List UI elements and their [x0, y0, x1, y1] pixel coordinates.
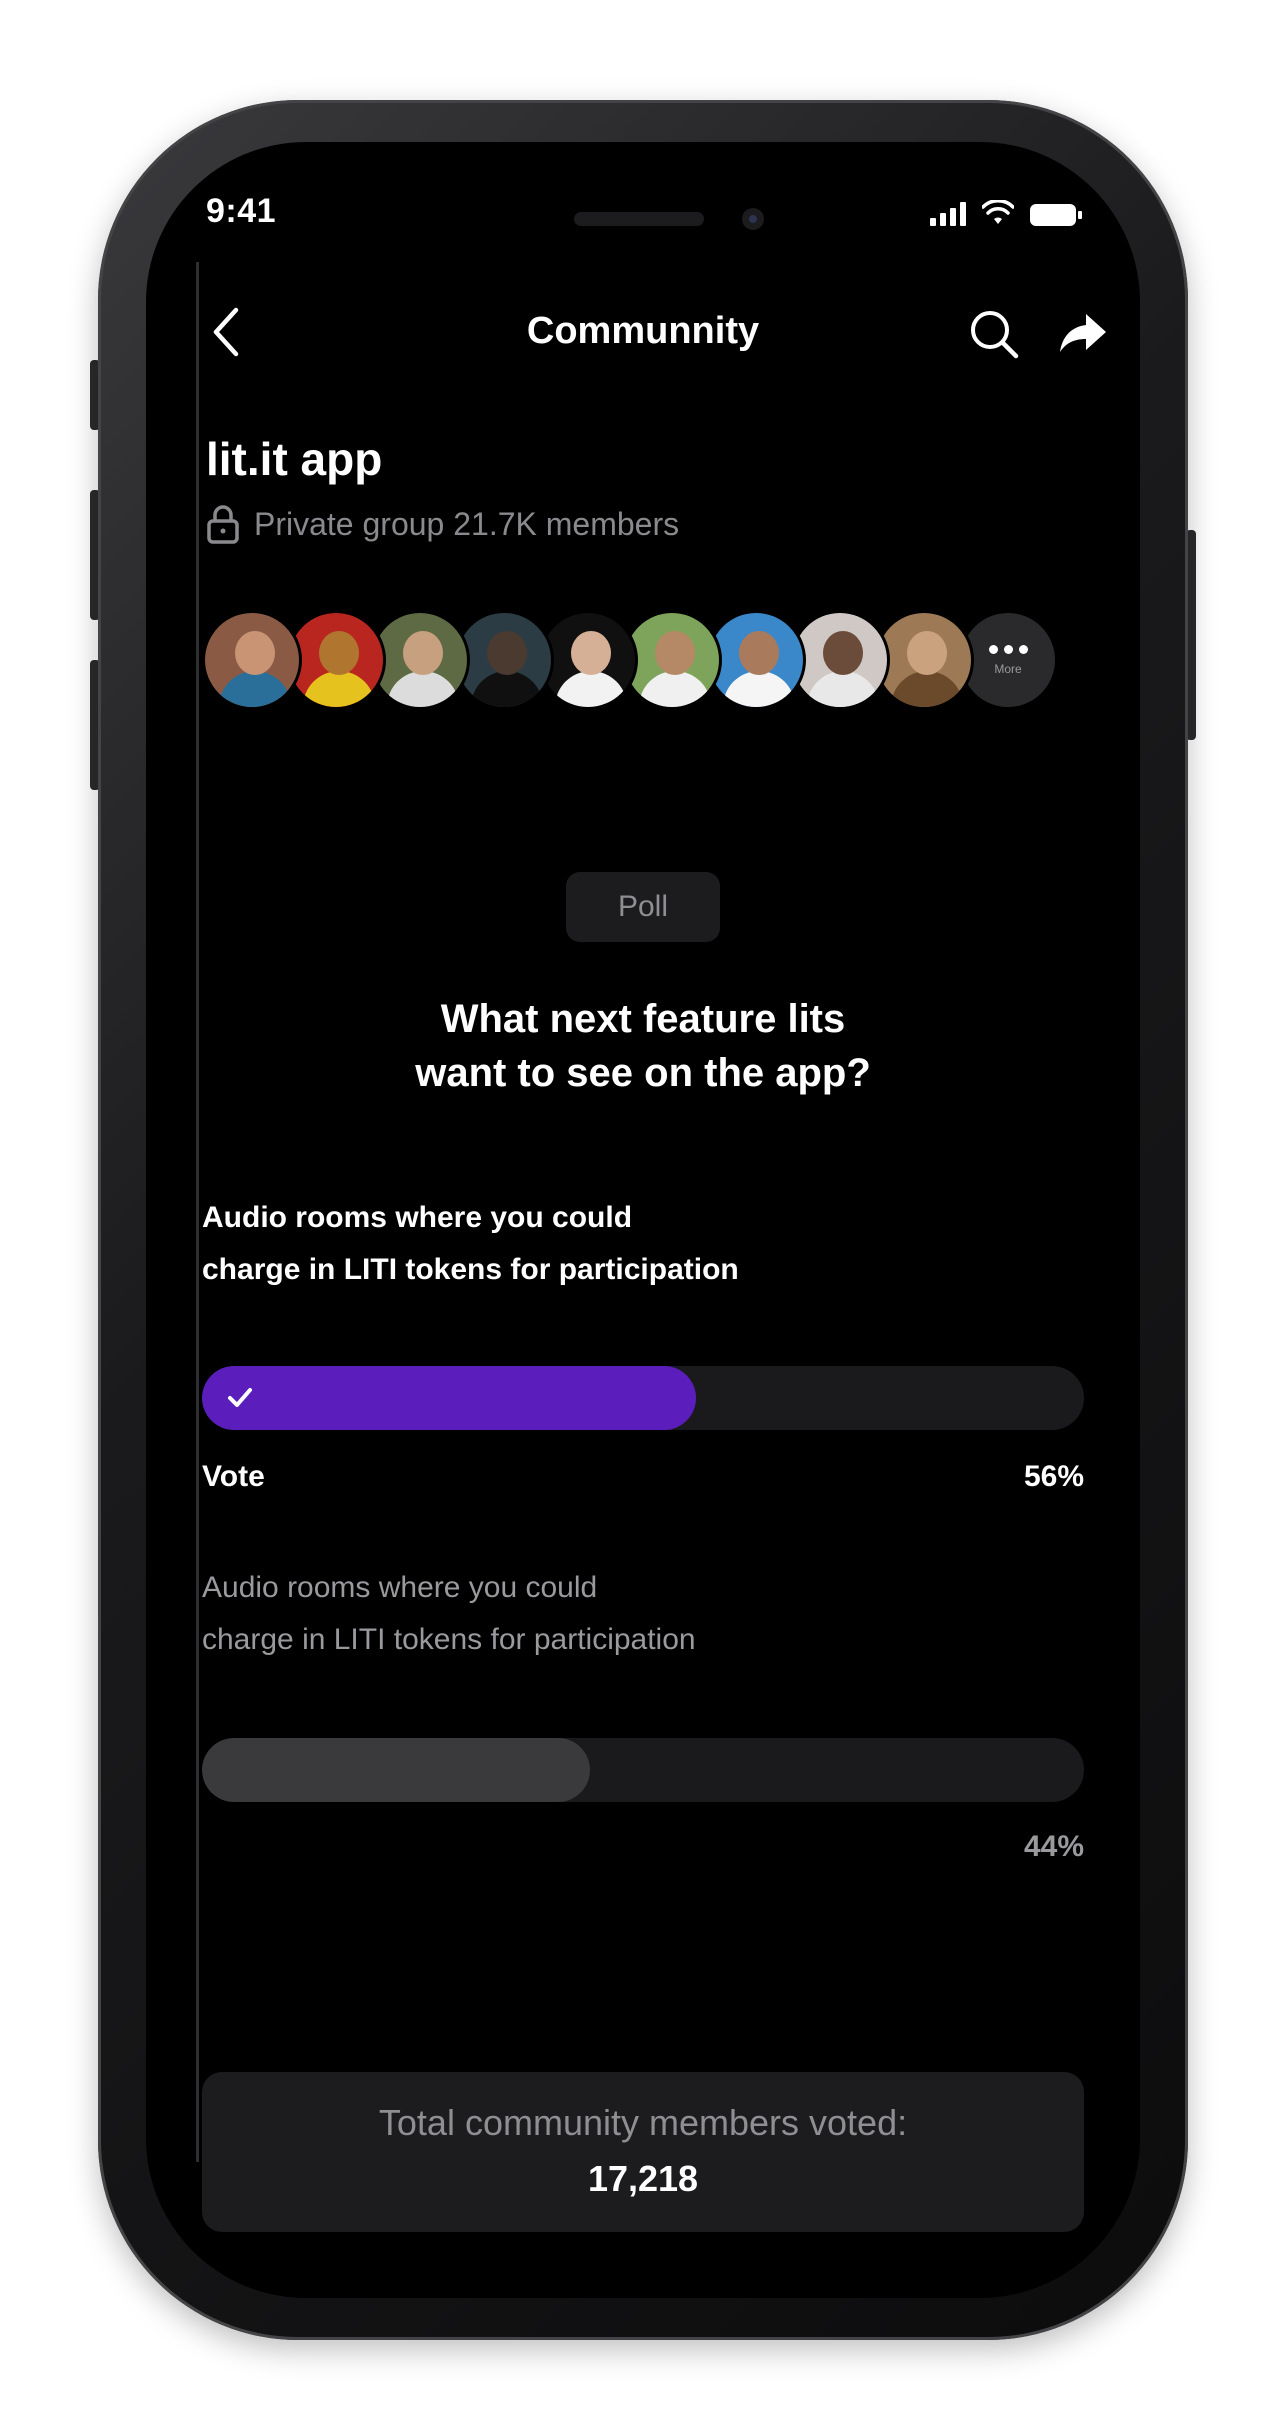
avatar-body	[471, 671, 543, 707]
poll-option-1-percent: 56%	[1023, 1460, 1084, 1493]
avatar-head	[739, 631, 779, 675]
more-members-label: More	[994, 661, 1022, 676]
stage: 9:41 Communnity lit.it app Private group…	[0, 0, 1286, 2434]
poll-option-2-bar[interactable]	[202, 1738, 1084, 1802]
status-icons	[930, 198, 1082, 226]
search-icon[interactable]	[968, 308, 1020, 360]
poll-badge: Poll	[566, 872, 720, 942]
total-votes-value: 17,218	[587, 2158, 699, 2199]
lock-icon	[207, 505, 239, 544]
front-camera	[742, 208, 764, 230]
avatar-head	[319, 631, 359, 675]
group-name: lit.it app	[206, 433, 383, 485]
wifi-icon	[982, 200, 1014, 224]
status-time: 9:41	[206, 192, 277, 230]
avatar-head	[823, 631, 863, 675]
avatar-head	[403, 631, 443, 675]
screen: 9:41 Communnity lit.it app Private group…	[146, 142, 1140, 2298]
avatar[interactable]	[202, 610, 302, 710]
group-meta-text: Private group 21.7K members	[254, 505, 680, 542]
avatar-body	[807, 671, 879, 707]
avatar-head	[907, 631, 947, 675]
avatar-body	[219, 671, 291, 707]
avatar-head	[487, 631, 527, 675]
poll-option-2-fill	[202, 1738, 591, 1802]
poll-option-2-text[interactable]: Audio rooms where you could charge in LI…	[202, 1562, 1022, 1666]
total-votes-label: Total community members voted:	[378, 2102, 908, 2143]
check-icon	[228, 1388, 252, 1407]
avatar-body	[555, 671, 627, 707]
share-icon[interactable]	[1058, 310, 1108, 356]
battery-icon	[1030, 204, 1082, 226]
avatar-body	[723, 671, 795, 707]
more-dots-icon	[988, 644, 1028, 654]
poll-question: What next feature lits want to see on th…	[415, 997, 871, 1095]
screen-edge	[196, 262, 199, 2162]
speaker-grille	[574, 212, 704, 226]
group-meta: Private group 21.7K members	[206, 504, 679, 544]
avatar-head	[571, 631, 611, 675]
avatar-body	[303, 671, 375, 707]
member-avatars[interactable]: More	[202, 610, 1058, 710]
poll-option-1-bar[interactable]	[202, 1366, 1084, 1430]
poll-option-2-percent: 44%	[1023, 1830, 1084, 1863]
phone-frame: 9:41 Communnity lit.it app Private group…	[98, 100, 1188, 2340]
avatar-body	[387, 671, 459, 707]
avatar-body	[891, 671, 963, 707]
vote-button[interactable]: Vote	[202, 1460, 265, 1494]
signal-icon	[930, 202, 966, 226]
total-votes-card: Total community members voted: 17,218	[202, 2072, 1084, 2232]
avatar-head	[235, 631, 275, 675]
avatar-body	[639, 671, 711, 707]
poll-option-1-text[interactable]: Audio rooms where you could charge in LI…	[202, 1192, 1022, 1296]
poll-option-1-fill	[202, 1366, 696, 1430]
avatar-head	[655, 631, 695, 675]
